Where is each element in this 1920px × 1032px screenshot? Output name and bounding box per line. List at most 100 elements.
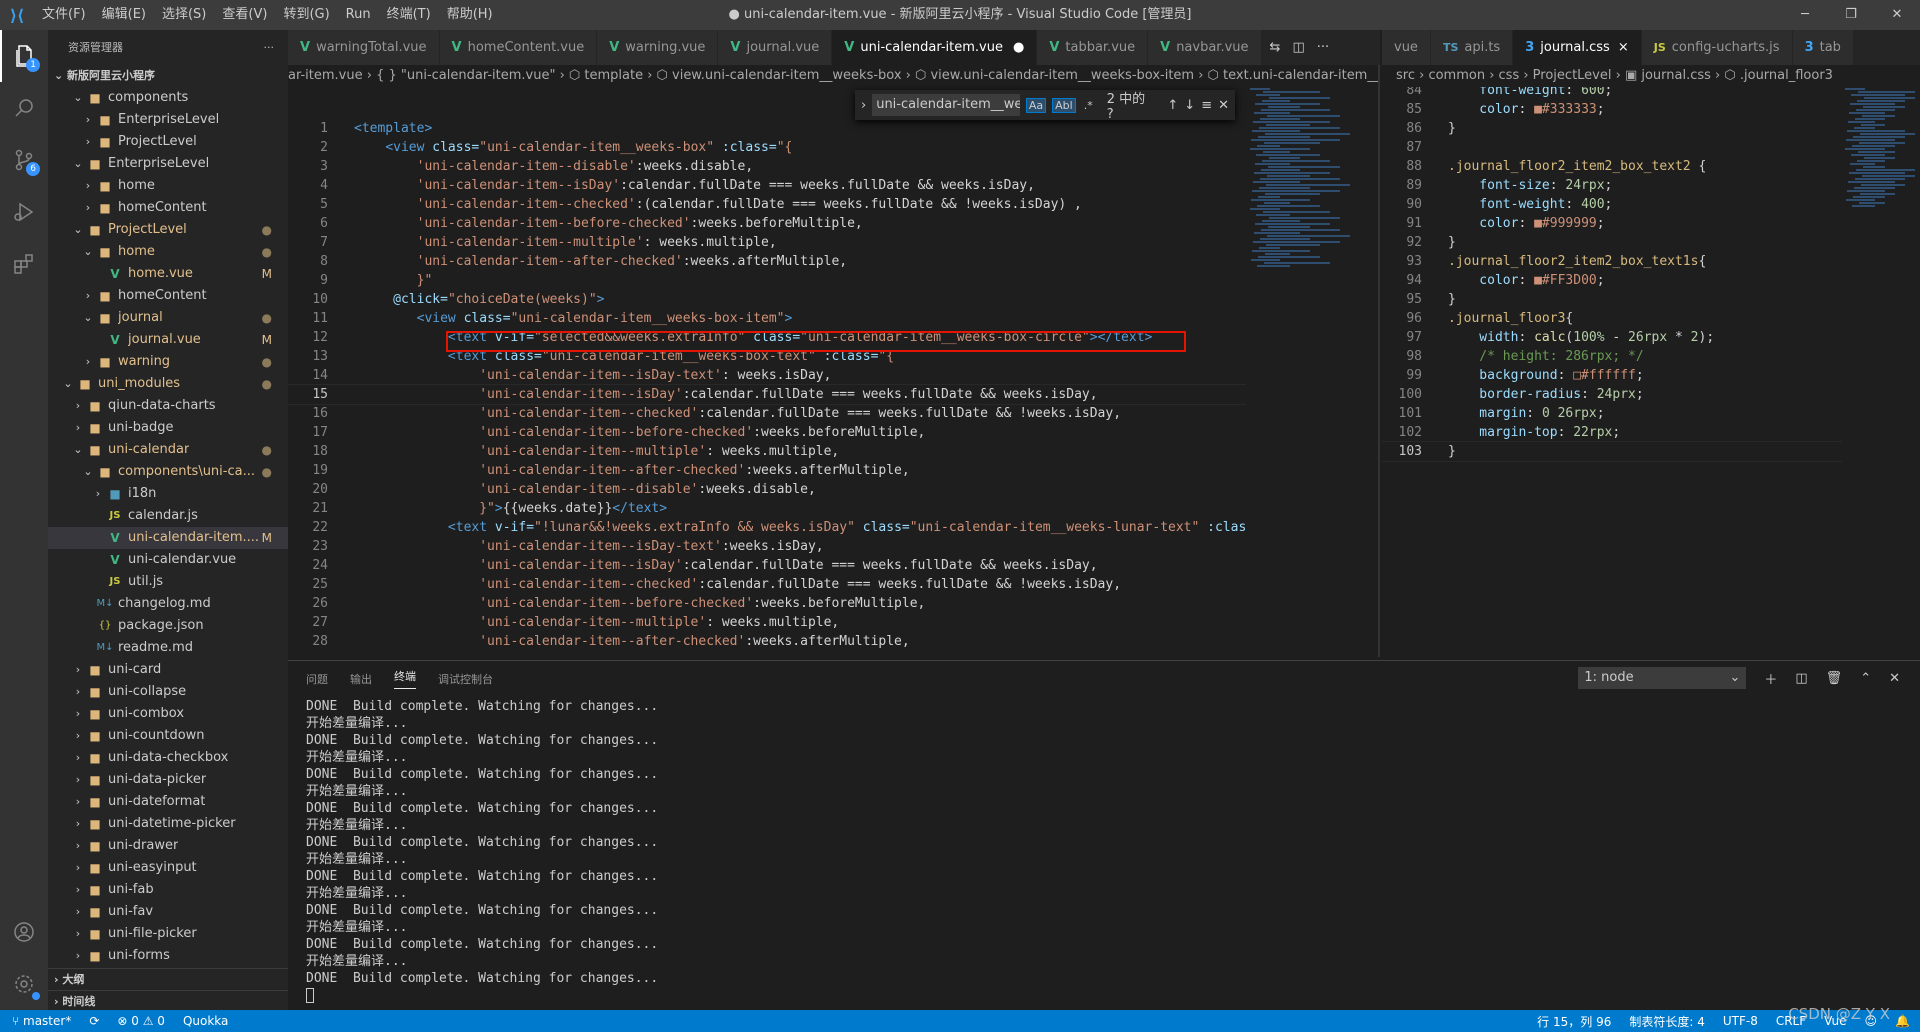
code-editor-right[interactable]: 84 font-weight: 600; 85 color: ■#333333; 8…: [1382, 87, 1842, 657]
minimap-right[interactable]: [1845, 87, 1920, 657]
source-control-activity[interactable]: 6: [0, 134, 48, 186]
explorer-activity[interactable]: 1: [0, 30, 48, 82]
tree-item[interactable]: › ■ uni-fav: [48, 901, 288, 923]
unsaved-dot-icon[interactable]: ●: [1013, 30, 1024, 65]
tree-item[interactable]: › ■ qiun-data-charts: [48, 395, 288, 417]
tree-item[interactable]: Vuni-calendar.vue: [48, 549, 288, 571]
tree-item[interactable]: › ■ ProjectLevel: [48, 131, 288, 153]
minimize-icon[interactable]: ─: [1782, 0, 1828, 30]
tree-item[interactable]: › ■ uni-file-picker: [48, 923, 288, 945]
manage-activity[interactable]: [0, 958, 48, 1010]
editor-tab[interactable]: 3 journal.css ×: [1513, 30, 1642, 65]
editor-tab[interactable]: VwarningTotal.vue: [288, 30, 440, 65]
branch-status[interactable]: ⑂ master*: [12, 1014, 71, 1028]
split-editor-icon[interactable]: ◫: [1292, 40, 1304, 55]
tree-item[interactable]: ⌄ ■ components\uni-ca... ●: [48, 461, 288, 483]
add-terminal-icon[interactable]: ＋: [1764, 669, 1777, 688]
tree-item[interactable]: › ■ uni-data-checkbox: [48, 747, 288, 769]
close-icon[interactable]: ✕: [1874, 0, 1920, 30]
editor-tab[interactable]: 3 tab: [1792, 30, 1854, 65]
tree-item[interactable]: › ■ uni-data-picker: [48, 769, 288, 791]
close-icon[interactable]: ✕: [1218, 98, 1229, 113]
match-case-toggle[interactable]: Aa: [1025, 97, 1047, 113]
maximize-panel-icon[interactable]: ⌃: [1860, 671, 1871, 686]
panel-tab[interactable]: 调试控制台: [438, 671, 493, 687]
tree-item[interactable]: › ■ i18n: [48, 483, 288, 505]
tree-item[interactable]: ⌄ ■ ProjectLevel ●: [48, 219, 288, 241]
tree-item[interactable]: JS util.js: [48, 571, 288, 593]
tree-item[interactable]: Vuni-calendar-item.... M: [48, 527, 288, 549]
find-input[interactable]: uni-calendar-item__weeks-b: [872, 94, 1020, 116]
run-debug-activity[interactable]: [0, 186, 48, 238]
breadcrumb-right[interactable]: src › common › css › ProjectLevel › ▣ jo…: [1382, 65, 1920, 87]
tree-item[interactable]: › ■ uni-datetime-picker: [48, 813, 288, 835]
menu-item[interactable]: 帮助(H): [439, 0, 501, 30]
tree-item[interactable]: › ■ uni-easyinput: [48, 857, 288, 879]
tree-item[interactable]: › ■ homeContent: [48, 285, 288, 307]
editor-tab[interactable]: VhomeContent.vue: [439, 30, 598, 65]
bell-icon[interactable]: 🔔: [1895, 1014, 1910, 1028]
compare-icon[interactable]: ⇆: [1270, 40, 1281, 55]
tree-item[interactable]: › ■ uni-drawer: [48, 835, 288, 857]
regex-toggle[interactable]: .*: [1082, 99, 1095, 112]
problems-status[interactable]: ⊗ 0 ⚠ 0: [117, 1014, 165, 1028]
menu-item[interactable]: 终端(T): [379, 0, 439, 30]
tree-item[interactable]: ⌄ ■ uni-calendar ●: [48, 439, 288, 461]
close-tab-icon[interactable]: ×: [1618, 30, 1629, 65]
arrow-up-icon[interactable]: ↑: [1167, 98, 1178, 113]
menu-item[interactable]: 选择(S): [154, 0, 214, 30]
tree-item[interactable]: Vjournal.vue M: [48, 329, 288, 351]
accounts-activity[interactable]: [0, 906, 48, 958]
terminal-prompt[interactable]: [306, 987, 1920, 1004]
editor-tab[interactable]: Vtabbar.vue: [1037, 30, 1149, 65]
menu-item[interactable]: 转到(G): [275, 0, 337, 30]
panel-tab[interactable]: 输出: [350, 671, 372, 687]
project-root[interactable]: ⌄ 新版阿里云小程序: [48, 65, 288, 87]
editor-tab[interactable]: TS api.ts: [1430, 30, 1514, 65]
tree-item[interactable]: › ■ uni-forms: [48, 945, 288, 967]
trash-icon[interactable]: 🗑: [1826, 671, 1843, 686]
editor-tab[interactable]: Vuni-calendar-item.vue ●: [832, 30, 1038, 65]
tree-item[interactable]: › ■ homeContent: [48, 197, 288, 219]
terminal-select[interactable]: 1: node ⌄: [1578, 667, 1747, 689]
chevron-right-icon[interactable]: ›: [861, 98, 866, 113]
split-terminal-icon[interactable]: ◫: [1795, 671, 1807, 686]
tree-item[interactable]: › ■ uni-dateformat: [48, 791, 288, 813]
tree-item[interactable]: {} package.json: [48, 615, 288, 637]
tree-item[interactable]: › ■ uni-badge: [48, 417, 288, 439]
tree-item[interactable]: ⌄ ■ components: [48, 87, 288, 109]
menu-item[interactable]: 文件(F): [34, 0, 94, 30]
match-word-toggle[interactable]: Abl: [1052, 97, 1076, 113]
more-actions-icon[interactable]: ···: [264, 30, 275, 65]
extensions-activity[interactable]: [0, 238, 48, 290]
quokka-status[interactable]: Quokka: [183, 1014, 228, 1028]
selection-filter-icon[interactable]: ≡: [1201, 98, 1212, 113]
tree-item[interactable]: › ■ home: [48, 175, 288, 197]
search-activity[interactable]: [0, 82, 48, 134]
tree-item[interactable]: › ■ uni-collapse: [48, 681, 288, 703]
cursor-position[interactable]: 行 15，列 96: [1537, 1013, 1611, 1030]
panel-tab[interactable]: 问题: [306, 671, 328, 687]
terminal-output[interactable]: DONE Build complete. Watching for change…: [288, 696, 1920, 1004]
tree-item[interactable]: ⌄ ■ home ●: [48, 241, 288, 263]
tree-item[interactable]: M↓ changelog.md: [48, 593, 288, 615]
panel-tab[interactable]: 终端: [394, 668, 416, 689]
tree-item[interactable]: › ■ uni-card: [48, 659, 288, 681]
tree-item[interactable]: › ■ uni-countdown: [48, 725, 288, 747]
editor-tab[interactable]: JS config-ucharts.js: [1641, 30, 1793, 65]
tab-size[interactable]: 制表符长度: 4: [1629, 1013, 1705, 1030]
tree-item[interactable]: › ■ uni-combox: [48, 703, 288, 725]
tree-item[interactable]: › ■ warning ●: [48, 351, 288, 373]
tree-item[interactable]: ⌄ ■ EnterpriseLevel: [48, 153, 288, 175]
tree-item[interactable]: › ■ uni-fab: [48, 879, 288, 901]
editor-tab[interactable]: Vwarning.vue: [597, 30, 719, 65]
tree-item[interactable]: JS calendar.js: [48, 505, 288, 527]
close-panel-icon[interactable]: ✕: [1889, 671, 1900, 686]
minimap-left[interactable]: [1250, 87, 1370, 657]
editor-tab[interactable]: Vnavbar.vue: [1148, 30, 1262, 65]
editor-tab[interactable]: vue: [1382, 30, 1431, 65]
more-actions-icon[interactable]: ···: [1317, 40, 1329, 55]
arrow-down-icon[interactable]: ↓: [1184, 98, 1195, 113]
restore-icon[interactable]: ❐: [1828, 0, 1874, 30]
encoding[interactable]: UTF-8: [1723, 1014, 1758, 1028]
